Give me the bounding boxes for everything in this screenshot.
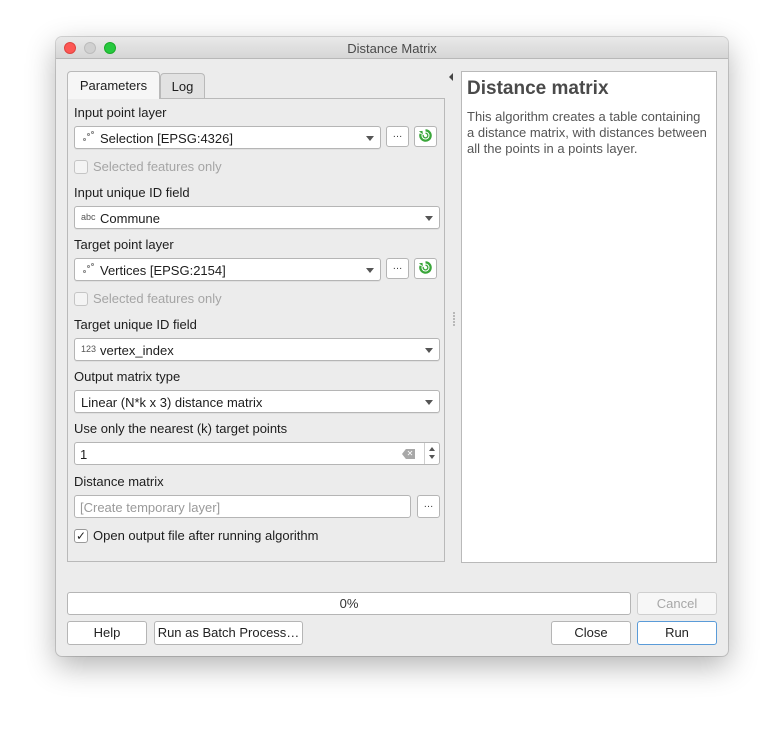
input-point-layer-value: Selection [EPSG:4326] <box>100 131 233 146</box>
checkbox-box[interactable] <box>74 292 88 306</box>
spin-up-icon[interactable] <box>429 447 435 451</box>
distance-matrix-placeholder: [Create temporary layer] <box>80 500 221 515</box>
target-layer-iterate-button[interactable] <box>414 258 437 279</box>
input-unique-id-combo[interactable]: abc Commune <box>74 206 440 229</box>
target-unique-id-label: Target unique ID field <box>74 317 197 332</box>
help-title: Distance matrix <box>467 78 609 99</box>
run-button[interactable]: Run <box>637 621 717 645</box>
input-layer-options-button[interactable]: … <box>386 126 409 147</box>
input-unique-id-label: Input unique ID field <box>74 185 190 200</box>
output-matrix-type-value: Linear (N*k x 3) distance matrix <box>81 395 263 410</box>
point-layer-icon <box>81 131 95 144</box>
integer-field-icon: 123 <box>81 344 97 354</box>
checkbox-box[interactable] <box>74 160 88 174</box>
distance-matrix-dialog: Distance Matrix Parameters Log Input poi… <box>56 37 728 656</box>
target-unique-id-value: vertex_index <box>100 343 174 358</box>
close-button[interactable]: Close <box>551 621 631 645</box>
target-point-layer-label: Target point layer <box>74 237 174 252</box>
distance-matrix-label: Distance matrix <box>74 474 164 489</box>
nearest-k-label: Use only the nearest (k) target points <box>74 421 288 436</box>
run-batch-button[interactable]: Run as Batch Process… <box>154 621 303 645</box>
nearest-k-value: 1 <box>80 447 88 462</box>
target-point-layer-value: Vertices [EPSG:2154] <box>100 263 226 278</box>
target-selected-only-label: Selected features only <box>93 291 222 306</box>
progress-bar: 0% <box>67 592 631 615</box>
tab-parameters[interactable]: Parameters <box>67 71 160 99</box>
check-icon[interactable]: ✓ <box>74 529 88 543</box>
chevron-down-icon <box>425 348 433 353</box>
tab-log[interactable]: Log <box>160 73 205 98</box>
target-point-layer-combo[interactable]: Vertices [EPSG:2154] <box>74 258 381 281</box>
open-output-label: Open output file after running algorithm <box>93 528 319 543</box>
title-bar[interactable]: Distance Matrix <box>56 37 728 59</box>
refresh-icon <box>418 261 432 274</box>
distance-matrix-options-button[interactable]: … <box>417 495 440 518</box>
nearest-k-spinbox[interactable]: 1 ✕ <box>74 442 440 465</box>
help-button[interactable]: Help <box>67 621 147 645</box>
output-matrix-type-combo[interactable]: Linear (N*k x 3) distance matrix <box>74 390 440 413</box>
target-unique-id-combo[interactable]: 123 vertex_index <box>74 338 440 361</box>
clear-icon[interactable]: ✕ <box>402 449 415 459</box>
chevron-down-icon <box>425 216 433 221</box>
refresh-icon <box>418 129 432 142</box>
string-field-icon: abc <box>81 212 96 222</box>
help-panel: Distance matrix This algorithm creates a… <box>461 71 717 563</box>
collapse-help-arrow-icon[interactable] <box>449 73 453 81</box>
parameters-panel: Input point layer Selection [EPSG:4326] … <box>67 98 445 562</box>
spin-arrows[interactable] <box>424 443 439 464</box>
input-unique-id-value: Commune <box>100 211 160 226</box>
window-title: Distance Matrix <box>347 41 437 56</box>
cancel-button[interactable]: Cancel <box>637 592 717 615</box>
spin-down-icon[interactable] <box>429 455 435 459</box>
chevron-down-icon <box>366 136 374 141</box>
chevron-down-icon <box>425 400 433 405</box>
chevron-down-icon <box>366 268 374 273</box>
progress-label: 0% <box>339 596 359 611</box>
input-layer-iterate-button[interactable] <box>414 126 437 147</box>
splitter-handle[interactable] <box>453 312 456 328</box>
input-point-layer-label: Input point layer <box>74 105 167 120</box>
output-matrix-type-label: Output matrix type <box>74 369 181 384</box>
distance-matrix-output-field[interactable]: [Create temporary layer] <box>74 495 411 518</box>
input-point-layer-combo[interactable]: Selection [EPSG:4326] <box>74 126 381 149</box>
point-layer-icon <box>81 263 95 276</box>
help-text: This algorithm creates a table containin… <box>467 109 707 156</box>
target-layer-options-button[interactable]: … <box>386 258 409 279</box>
input-selected-only-label: Selected features only <box>93 159 222 174</box>
